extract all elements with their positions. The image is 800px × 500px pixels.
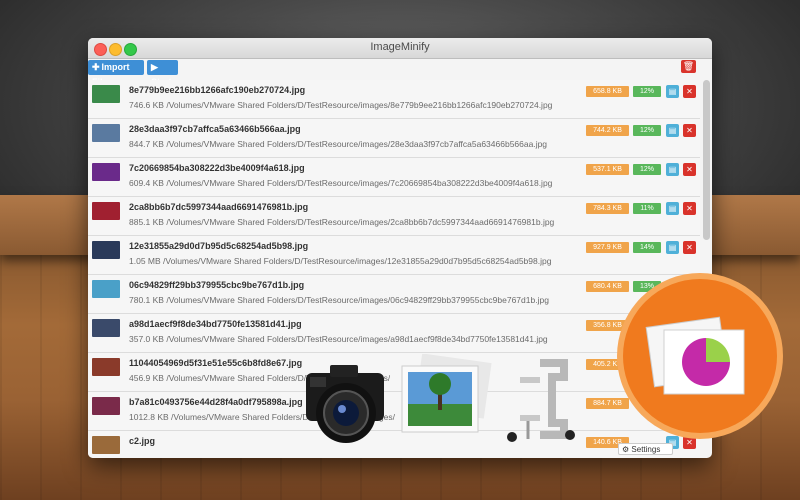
file-row[interactable]: 28e3daa3f97cb7affca5a63466b566aa.jpg 844.… xyxy=(88,119,700,158)
thumbnail xyxy=(92,397,120,415)
compressed-size-badge: 927.9 KB xyxy=(586,242,629,253)
saving-percent-badge: 12% xyxy=(633,86,661,97)
file-name: 7c20669854ba308222d3be4009f4a618.jpg xyxy=(129,163,305,173)
file-list: 8e779b9ee216bb1266afc190eb270724.jpg 746.… xyxy=(88,80,700,458)
reveal-in-folder-button[interactable]: ▤ xyxy=(666,85,679,98)
compressed-size-badge: 744.2 KB xyxy=(586,125,629,136)
remove-file-button[interactable]: ✕ xyxy=(683,163,696,176)
thumbnail xyxy=(92,358,120,376)
remove-file-button[interactable]: ✕ xyxy=(683,85,696,98)
toolbar: ✚Import Files ▶ Start 🗑 xyxy=(88,59,712,87)
file-row[interactable]: 06c94829ff29bb379955cbc9be767d1b.jpg 780.… xyxy=(88,275,700,314)
file-detail: 746.6 KB /Volumes/VMware Shared Folders/… xyxy=(129,100,553,110)
thumbnail xyxy=(92,280,120,298)
folder-icon: ▤ xyxy=(668,165,677,174)
thumbnail xyxy=(92,163,120,181)
title-bar: ImageMinify xyxy=(88,38,712,59)
thumbnail xyxy=(92,319,120,337)
remove-file-button[interactable]: ✕ xyxy=(683,202,696,215)
file-row[interactable]: a98d1aecf9f8de34bd7750fe13581d41.jpg 357.… xyxy=(88,314,700,353)
close-icon: ✕ xyxy=(686,204,693,213)
file-row[interactable]: 8e779b9ee216bb1266afc190eb270724.jpg 746.… xyxy=(88,80,700,119)
settings-button[interactable]: ⚙ Settings xyxy=(618,443,673,455)
reveal-in-folder-button[interactable]: ▤ xyxy=(666,241,679,254)
folder-icon: ▤ xyxy=(668,204,677,213)
settings-label: Settings xyxy=(631,445,661,454)
gear-icon: ⚙ xyxy=(622,445,630,454)
reveal-in-folder-button[interactable]: ▤ xyxy=(666,163,679,176)
file-row[interactable]: c2.jpg 140.6 KB ▤ ✕ xyxy=(88,431,700,458)
saving-percent-badge: 12% xyxy=(633,164,661,175)
clear-list-button[interactable]: 🗑 xyxy=(681,60,696,73)
file-detail: 844.7 KB /Volumes/VMware Shared Folders/… xyxy=(129,139,548,149)
file-detail: 885.1 KB /Volumes/VMware Shared Folders/… xyxy=(129,217,555,227)
remove-file-button[interactable]: ✕ xyxy=(683,124,696,137)
file-row[interactable]: 12e31855a29d0d7b95d5c68254ad5b98.jpg 1.05… xyxy=(88,236,700,275)
trash-icon: 🗑 xyxy=(682,61,695,71)
file-name: a98d1aecf9f8de34bd7750fe13581d41.jpg xyxy=(129,319,302,329)
compressed-size-badge: 537.1 KB xyxy=(586,164,629,175)
thumbnail xyxy=(92,436,120,454)
file-row[interactable]: 7c20669854ba308222d3be4009f4a618.jpg 609.… xyxy=(88,158,700,197)
camera-icon xyxy=(306,365,384,443)
thumbnail xyxy=(92,202,120,220)
compressed-size-badge: 784.3 KB xyxy=(586,203,629,214)
folder-icon: ▤ xyxy=(668,87,677,96)
thumbnail xyxy=(92,241,120,259)
file-name: 11044054969d5f31e51e55c6b8fd8e67.jpg xyxy=(129,358,303,368)
folder-icon: ▤ xyxy=(668,126,677,135)
remove-file-button[interactable]: ✕ xyxy=(683,241,696,254)
thumbnail xyxy=(92,124,120,142)
close-icon: ✕ xyxy=(686,165,693,174)
file-name: c2.jpg xyxy=(129,436,156,446)
close-icon: ✕ xyxy=(686,87,693,96)
file-detail: 357.0 KB /Volumes/VMware Shared Folders/… xyxy=(129,334,548,344)
imageminify-logo-icon xyxy=(617,273,783,439)
file-name: 28e3daa3f97cb7affca5a63466b566aa.jpg xyxy=(129,124,301,134)
file-row[interactable]: 11044054969d5f31e51e55c6b8fd8e67.jpg 456.… xyxy=(88,353,700,392)
close-icon: ✕ xyxy=(686,243,693,252)
compressed-size-badge: 658.8 KB xyxy=(586,86,629,97)
clamp-icon xyxy=(507,359,575,442)
reveal-in-folder-button[interactable]: ▤ xyxy=(666,124,679,137)
file-detail: 780.1 KB /Volumes/VMware Shared Folders/… xyxy=(129,295,549,305)
play-icon: ▶ xyxy=(151,62,158,72)
saving-percent-badge: 11% xyxy=(633,203,661,214)
import-files-button[interactable]: ✚Import Files xyxy=(88,60,144,87)
file-detail: 609.4 KB /Volumes/VMware Shared Folders/… xyxy=(129,178,553,188)
close-icon: ✕ xyxy=(686,126,693,135)
plus-icon: ✚ xyxy=(92,62,100,72)
file-name: 06c94829ff29bb379955cbc9be767d1b.jpg xyxy=(129,280,305,290)
window-title: ImageMinify xyxy=(370,41,430,53)
file-name: 8e779b9ee216bb1266afc190eb270724.jpg xyxy=(129,85,306,95)
photo-icon xyxy=(401,354,492,433)
file-name: b7a81c0493756e44d28f4a0df795898a.jpg xyxy=(129,397,303,407)
saving-percent-badge: 14% xyxy=(633,242,661,253)
thumbnail xyxy=(92,85,120,103)
folder-icon: ▤ xyxy=(668,243,677,252)
file-name: 2ca8bb6b7dc5997344aad6691476981b.jpg xyxy=(129,202,309,212)
file-row[interactable]: 2ca8bb6b7dc5997344aad6691476981b.jpg 885.… xyxy=(88,197,700,236)
scrollbar[interactable] xyxy=(703,80,710,240)
saving-percent-badge: 12% xyxy=(633,125,661,136)
file-row[interactable]: b7a81c0493756e44d28f4a0df795898a.jpg 1012… xyxy=(88,392,700,431)
file-name: 12e31855a29d0d7b95d5c68254ad5b98.jpg xyxy=(129,241,309,251)
reveal-in-folder-button[interactable]: ▤ xyxy=(666,202,679,215)
start-button[interactable]: ▶ Start xyxy=(147,60,178,87)
file-detail: 1.05 MB /Volumes/VMware Shared Folders/D… xyxy=(129,256,552,266)
